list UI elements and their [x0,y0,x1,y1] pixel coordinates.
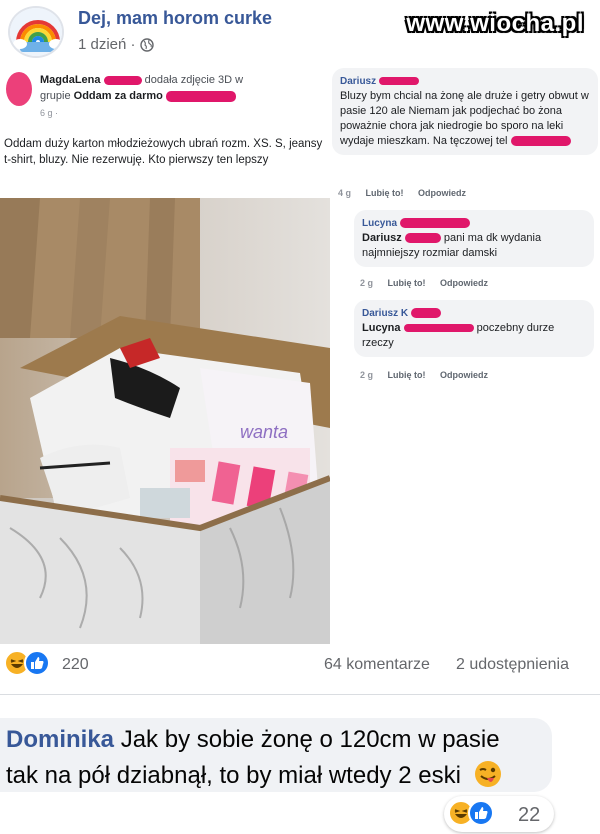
reply-link[interactable]: Odpowiedz [418,188,466,198]
comment-author[interactable]: Dominika [6,726,114,753]
reaction-count[interactable]: 220 [62,656,89,674]
comment-mention: Dariusz [362,232,402,244]
reply-link[interactable]: Odpowiedz [440,278,488,288]
shared-screenshot: MagdaLena dodała zdjęcie 3D w grupie Odd… [0,64,600,644]
reaction-icons [448,800,494,826]
inner-group-prefix: grupie [40,90,71,102]
comment-actions: 4 g Lubię to! Odpowiedz [338,188,467,198]
main-comment: Dominika Jak by sobie żonę o 120cm w pas… [0,718,552,792]
post-meta: 1 dzień · [78,36,154,53]
reaction-icons[interactable] [4,650,50,676]
inner-action: dodała zdjęcie 3D w [144,74,244,86]
screenshot-comment: Lucyna Dariusz pani ma dk wydania najmni… [354,210,594,267]
comment-author: Lucyna [362,216,586,231]
post-header: Dej, mam horom curke 1 dzień · www.wioch… [0,0,600,62]
like-link[interactable]: Lubię to! [388,278,426,288]
like-link[interactable]: Lubię to! [366,188,404,198]
like-reaction-icon [24,650,50,676]
comment-author: Dariusz [340,74,590,89]
tongue-wink-emoji-icon [474,761,501,787]
comment-reactions[interactable]: 22 [444,796,554,832]
comment-reaction-count: 22 [518,804,541,826]
like-reaction-icon [468,800,494,826]
like-link[interactable]: Lubię to! [388,370,426,380]
page-name[interactable]: Dej, mam horom curke [78,8,272,29]
inner-author-avatar [6,72,32,106]
inner-header-line1: MagdaLena dodała zdjęcie 3D w [40,74,243,86]
comment-mention: Lucyna [362,322,401,334]
redaction-bar [510,136,571,147]
divider [0,694,600,695]
comments-count[interactable]: 64 komentarze [324,656,430,674]
comment-actions: 2 g Lubię to! Odpowiedz [360,370,489,380]
comment-text-line2: tak na pół dziabnął, to by miał wtedy 2 … [6,762,461,789]
page-avatar[interactable] [8,6,64,58]
inner-group-name: Oddam za darmo [73,90,163,102]
watermark: www.wiocha.pl [406,10,584,37]
comment-text-line1: Jak by sobie żonę o 120cm w pasie [120,726,500,753]
comment-line1: Dominika Jak by sobie żonę o 120cm w pas… [6,726,500,754]
post-time[interactable]: 1 dzień · [78,36,136,53]
comment-actions: 2 g Lubię to! Odpowiedz [360,278,489,288]
screenshot-comment: Dariusz Bluzy bym chcial na żonę ale dru… [332,68,598,155]
comment-author: Dariusz K [362,306,586,321]
box-print-text: wanta [240,422,288,442]
redaction-bar [165,90,236,102]
comment-line2: tak na pół dziabnął, to by miał wtedy 2 … [6,760,502,790]
inner-post: MagdaLena dodała zdjęcie 3D w grupie Odd… [0,64,330,644]
rainbow-avatar-icon [10,8,62,56]
reply-link[interactable]: Odpowiedz [440,370,488,380]
shares-count[interactable]: 2 udostępnienia [456,656,569,674]
screenshot-comment: Dariusz K Lucyna poczebny durze rzeczy [354,300,594,357]
inner-header-line2: grupie Oddam za darmo [40,90,236,102]
inner-time: 6 g · [40,108,59,118]
redaction-bar [103,75,142,85]
inner-body: Oddam duży karton młodzieżowych ubrań ro… [4,138,323,166]
globe-icon [139,37,154,52]
reaction-bar: 220 64 komentarze 2 udostępnienia [0,648,600,684]
inner-author: MagdaLena [40,74,101,86]
box-photo: wanta [0,198,330,644]
screenshot-comments: Dariusz Bluzy bym chcial na żonę ale dru… [330,64,600,644]
